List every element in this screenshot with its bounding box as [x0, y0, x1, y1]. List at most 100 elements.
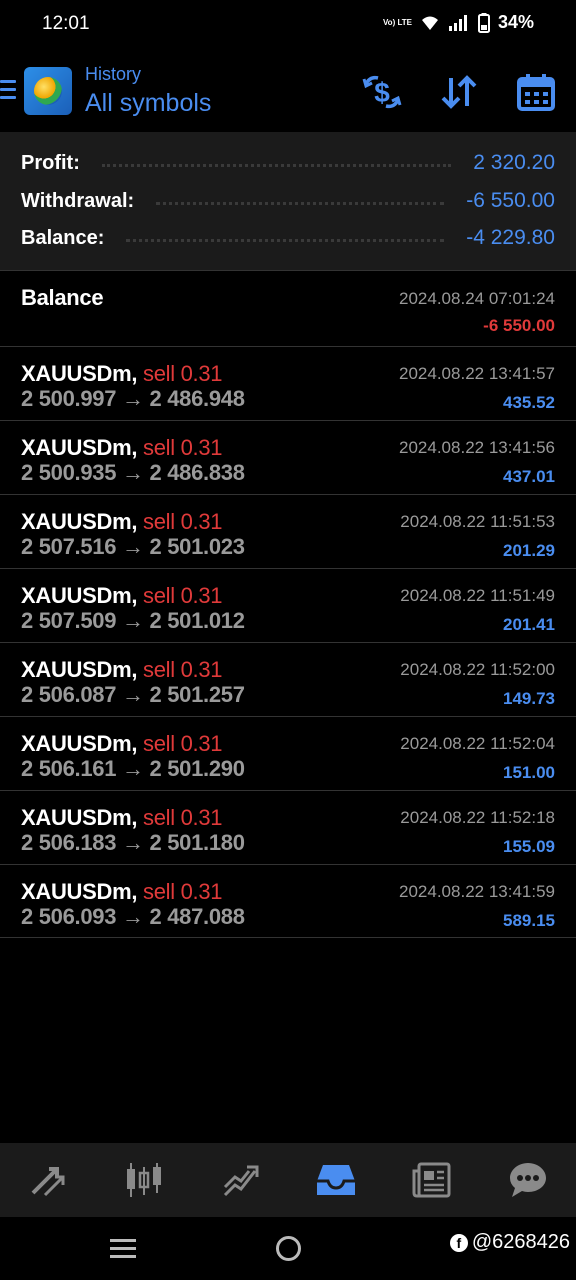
home-button[interactable] [276, 1236, 301, 1261]
trade-prices: 2 507.516 → 2 501.023 [21, 534, 245, 559]
trade-row[interactable]: XAUUSDm, sell 0.31 2 506.087 → 2 501.257… [0, 642, 576, 716]
nav-trade[interactable] [192, 1143, 288, 1217]
trade-row[interactable]: XAUUSDm, sell 0.31 2 506.183 → 2 501.180… [0, 790, 576, 864]
trade-title: XAUUSDm, sell 0.31 [21, 879, 223, 905]
symbol-filter[interactable]: All symbols [85, 89, 211, 118]
nav-chat[interactable] [480, 1143, 576, 1217]
sort-icon [441, 75, 477, 109]
history-icon [317, 1165, 355, 1195]
trade-row[interactable]: XAUUSDm, sell 0.31 2 506.161 → 2 501.290… [0, 716, 576, 790]
trade-date: 2024.08.22 13:41:59 [399, 882, 555, 901]
trade-row[interactable]: XAUUSDm, sell 0.31 2 507.509 → 2 501.012… [0, 568, 576, 642]
nav-history[interactable] [288, 1143, 384, 1217]
trade-prices: 2 506.161 → 2 501.290 [21, 756, 245, 781]
trade-side: sell 0.31 [143, 731, 223, 756]
dotted-leader [101, 163, 452, 167]
chat-icon [510, 1163, 546, 1197]
trade-date: 2024.08.22 11:52:00 [400, 660, 555, 679]
trade-prices: 2 507.509 → 2 501.012 [21, 608, 245, 633]
trade-title: XAUUSDm, sell 0.31 [21, 509, 223, 535]
trade-side: sell 0.31 [143, 509, 223, 534]
currency-exchange-button[interactable]: $ [360, 70, 404, 114]
watermark: f @6268426 [449, 1231, 570, 1254]
trade-date: 2024.08.22 11:52:04 [400, 734, 555, 753]
volte-indicator: Vo) LTE [382, 18, 412, 27]
trade-symbol: XAUUSDm, [21, 435, 138, 460]
watermark-text: @6268426 [471, 1231, 570, 1253]
balance-entry-amount: -6 550.00 [483, 316, 555, 335]
balance-value: -4 229.80 [466, 226, 555, 249]
app-logo [24, 67, 72, 115]
trade-title: XAUUSDm, sell 0.31 [21, 361, 223, 387]
trade-prices: 2 506.093 → 2 487.088 [21, 904, 245, 929]
trade-profit: 201.29 [503, 541, 555, 560]
wifi-icon [421, 16, 438, 30]
balance-row: Balance: -4 229.80 [21, 220, 555, 256]
facebook-icon: f [449, 1233, 468, 1252]
dotted-leader [156, 201, 445, 205]
trade-profit: 149.73 [503, 689, 555, 708]
balance-entry-date: 2024.08.24 07:01:24 [399, 289, 555, 308]
withdrawal-label: Withdrawal: [21, 189, 135, 212]
balance-label: Balance: [21, 226, 105, 249]
trade-profit: 437.01 [503, 467, 555, 486]
trade-row[interactable]: XAUUSDm, sell 0.31 2 500.997 → 2 486.948… [0, 346, 576, 420]
nav-quotes[interactable] [0, 1143, 96, 1217]
balance-entry-title: Balance [21, 285, 104, 310]
trade-side: sell 0.31 [143, 657, 223, 682]
app-header: History All symbols $ [0, 50, 576, 132]
trade-date: 2024.08.22 13:41:57 [399, 364, 555, 383]
trade-side: sell 0.31 [143, 805, 223, 830]
history-list: Balance 2024.08.24 07:01:24 -6 550.00 XA… [0, 270, 576, 938]
trade-symbol: XAUUSDm, [21, 805, 138, 830]
svg-text:$: $ [374, 77, 390, 108]
trade-profit: 435.52 [503, 393, 555, 412]
menu-icon[interactable] [0, 80, 16, 100]
trade-icon [223, 1165, 259, 1197]
calendar-button[interactable] [514, 70, 558, 114]
trade-prices: 2 506.183 → 2 501.180 [21, 830, 245, 855]
trade-prices: 2 506.087 → 2 501.257 [21, 682, 245, 707]
sort-button[interactable] [437, 70, 481, 114]
currency-exchange-icon: $ [362, 75, 402, 109]
signal-icon [448, 14, 467, 31]
quotes-icon [31, 1167, 65, 1197]
trade-profit: 155.09 [503, 837, 555, 856]
trade-side: sell 0.31 [143, 583, 223, 608]
trade-row[interactable]: XAUUSDm, sell 0.31 2 507.516 → 2 501.023… [0, 494, 576, 568]
profit-value: 2 320.20 [473, 151, 555, 174]
trade-title: XAUUSDm, sell 0.31 [21, 435, 223, 461]
bottom-nav [0, 1143, 576, 1217]
status-bar: 12:01 Vo) LTE 34% [0, 0, 576, 50]
nav-chart[interactable] [96, 1143, 192, 1217]
trade-profit: 151.00 [503, 763, 555, 782]
battery-percent: 34% [497, 12, 534, 32]
recent-apps-button[interactable] [110, 1239, 136, 1263]
profit-row: Profit: 2 320.20 [21, 145, 555, 181]
balance-entry[interactable]: Balance 2024.08.24 07:01:24 -6 550.00 [0, 270, 576, 346]
calendar-icon [517, 74, 555, 111]
system-nav: f @6268426 [0, 1217, 576, 1280]
trade-side: sell 0.31 [143, 361, 223, 386]
trade-date: 2024.08.22 13:41:56 [399, 438, 555, 457]
trade-side: sell 0.31 [143, 435, 223, 460]
nav-news[interactable] [384, 1143, 480, 1217]
trade-symbol: XAUUSDm, [21, 583, 138, 608]
profit-label: Profit: [21, 151, 80, 174]
trade-title: XAUUSDm, sell 0.31 [21, 583, 223, 609]
withdrawal-row: Withdrawal: -6 550.00 [21, 183, 555, 219]
trade-prices: 2 500.997 → 2 486.948 [21, 386, 245, 411]
trade-date: 2024.08.22 11:52:18 [400, 808, 555, 827]
trade-profit: 201.41 [503, 615, 555, 634]
trade-date: 2024.08.22 11:51:53 [400, 512, 555, 531]
trade-row[interactable]: XAUUSDm, sell 0.31 2 500.935 → 2 486.838… [0, 420, 576, 494]
status-time: 12:01 [42, 13, 90, 34]
trade-prices: 2 500.935 → 2 486.838 [21, 460, 245, 485]
summary-panel: Profit: 2 320.20 Withdrawal: -6 550.00 B… [0, 132, 576, 270]
trade-symbol: XAUUSDm, [21, 657, 138, 682]
trade-side: sell 0.31 [143, 879, 223, 904]
trade-symbol: XAUUSDm, [21, 361, 138, 386]
header-title: History [85, 64, 142, 84]
trade-profit: 589.15 [503, 911, 555, 930]
trade-row[interactable]: XAUUSDm, sell 0.31 2 506.093 → 2 487.088… [0, 864, 576, 938]
